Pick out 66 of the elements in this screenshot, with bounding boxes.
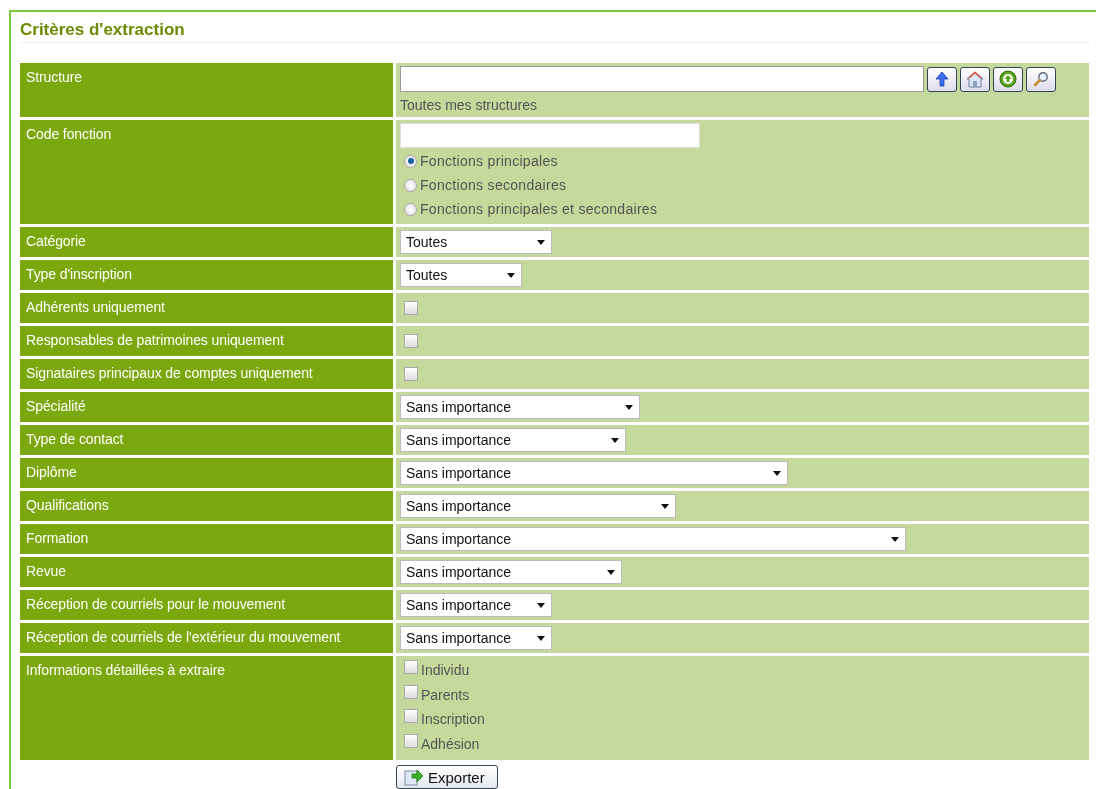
search-icon (1033, 71, 1049, 87)
checkbox[interactable] (404, 660, 418, 674)
arrow-up-icon (935, 71, 949, 87)
checkbox-label: Inscription (421, 711, 485, 727)
dropdown[interactable]: Sans importance (400, 494, 676, 518)
caret-icon (625, 404, 633, 410)
arrow-up-button[interactable] (927, 66, 957, 92)
caret-icon (891, 536, 899, 542)
panel-title: Critères d'extraction (20, 20, 185, 40)
radio-label: Fonctions principales et secondaires (420, 201, 658, 217)
field-label: Réception de courriels pour le mouvement (26, 596, 286, 612)
dropdown[interactable]: Sans importance (400, 527, 906, 551)
field-label: Qualifications (26, 497, 109, 513)
field-label: Type de contact (26, 431, 124, 447)
dropdown[interactable]: Sans importance (400, 626, 552, 650)
dropdown[interactable]: Toutes (400, 230, 552, 254)
field-label: Responsables de patrimoines uniquement (26, 332, 284, 348)
dropdown[interactable]: Sans importance (400, 428, 626, 452)
field-label: Spécialité (26, 398, 86, 414)
dropdown[interactable]: Sans importance (400, 461, 788, 485)
field-label: Formation (26, 530, 89, 546)
dropdown[interactable]: Toutes (400, 263, 522, 287)
field-label: Signataires principaux de comptes uniquement (26, 365, 313, 381)
caret-icon (611, 437, 619, 443)
structure-hint: Toutes mes structures (400, 97, 537, 113)
dropdown[interactable]: Sans importance (400, 395, 640, 419)
caret-icon (607, 569, 615, 575)
caret-icon (537, 239, 545, 245)
caret-icon (537, 635, 545, 641)
checkbox[interactable] (404, 709, 418, 723)
checkbox-label: Adhésion (421, 735, 480, 752)
caret-icon (537, 602, 545, 608)
field-label: Informations détaillées à extraire (26, 662, 225, 678)
home-button[interactable] (960, 66, 990, 92)
caret-icon (773, 470, 781, 476)
field-label: Diplôme (26, 464, 77, 480)
field-label: Catégorie (26, 233, 86, 249)
export-button[interactable]: Exporter (396, 765, 498, 789)
radio-button[interactable] (404, 154, 417, 168)
checkbox[interactable] (404, 733, 418, 748)
structure-field[interactable] (400, 66, 924, 92)
radio-label: Fonctions principales (420, 153, 558, 169)
checkbox-label: Individu (421, 662, 470, 678)
radio-label: Fonctions secondaires (420, 177, 567, 193)
code-field[interactable] (400, 123, 700, 148)
checkbox[interactable] (404, 301, 418, 315)
field-label: Réception de courriels de l'extérieur du mouvement (26, 629, 341, 645)
radio-button[interactable] (404, 202, 417, 216)
checkbox[interactable] (404, 367, 418, 381)
field-label: Revue (26, 563, 66, 579)
house-icon (966, 70, 984, 88)
field-label: Adhérents uniquement (26, 299, 165, 315)
caret-icon (661, 503, 669, 509)
dropdown[interactable]: Sans importance (400, 560, 622, 584)
field-label: Type d'inscription (26, 266, 132, 282)
field-label: Structure (26, 69, 82, 85)
search-button[interactable] (1026, 66, 1056, 92)
export-icon (404, 768, 424, 786)
checkbox[interactable] (404, 334, 418, 348)
dropdown[interactable]: Sans importance (400, 593, 552, 617)
checkbox-label: Parents (421, 686, 470, 703)
radio-button[interactable] (404, 178, 417, 192)
field-label: Code fonction (26, 126, 112, 142)
circle-arrow-button[interactable] (993, 66, 1023, 92)
checkbox[interactable] (404, 684, 418, 699)
caret-icon (507, 272, 515, 278)
